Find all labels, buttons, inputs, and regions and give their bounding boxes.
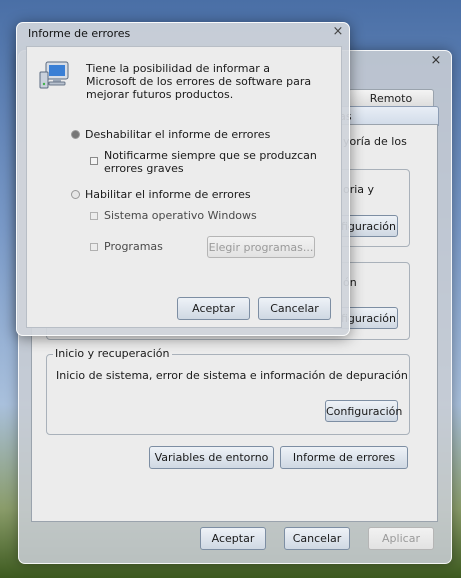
os-checkbox[interactable]: [90, 212, 98, 220]
startup-recovery-description: Inicio de sistema, error de sistema e in…: [56, 369, 408, 382]
os-option-label[interactable]: Sistema operativo Windows: [104, 209, 257, 222]
choose-programs-button[interactable]: Elegir programas...: [207, 236, 315, 258]
cancel-button[interactable]: Cancelar: [284, 527, 350, 550]
tab-remoto[interactable]: Remoto: [348, 89, 434, 107]
dialog-title: Informe de errores: [28, 27, 131, 40]
startup-settings-button[interactable]: Configuración: [325, 400, 402, 422]
dialog-intro-text: Tiene la posibilidad de informar a Micro…: [86, 62, 312, 101]
partial-text-1: yoría de los: [343, 135, 407, 148]
disable-option-label[interactable]: Deshabilitar el informe de errores: [85, 128, 270, 141]
error-reporting-button[interactable]: Informe de errores: [280, 446, 408, 469]
programs-checkbox[interactable]: [90, 243, 98, 251]
apply-button[interactable]: Aplicar: [368, 527, 434, 550]
programs-option-label[interactable]: Programas: [104, 240, 163, 253]
startup-recovery-legend: Inicio y recuperación: [53, 347, 172, 360]
close-icon[interactable]: ×: [429, 54, 443, 68]
notify-checkbox[interactable]: [90, 157, 98, 165]
environment-variables-button[interactable]: Variables de entorno: [149, 446, 274, 469]
startup-recovery-group: [46, 354, 410, 435]
enable-radio[interactable]: [71, 190, 80, 199]
dialog-close-icon[interactable]: ×: [331, 25, 345, 39]
dialog-cancel-button[interactable]: Cancelar: [258, 297, 331, 320]
notify-option-label[interactable]: Notificarme siempre que se produzcan err…: [104, 149, 329, 175]
enable-option-label[interactable]: Habilitar el informe de errores: [85, 188, 251, 201]
disable-radio[interactable]: [71, 130, 80, 139]
dialog-ok-button[interactable]: Aceptar: [177, 297, 250, 320]
computer-icon: [38, 60, 72, 92]
ok-button[interactable]: Aceptar: [200, 527, 266, 550]
